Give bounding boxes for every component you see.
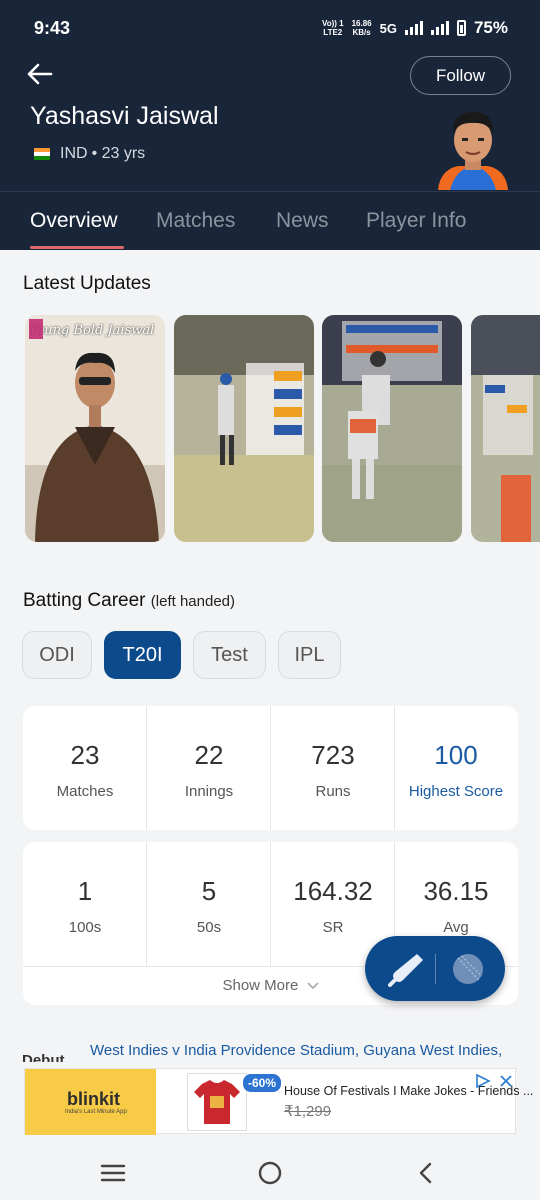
system-nav-bar	[0, 1140, 540, 1200]
back-button[interactable]	[24, 58, 56, 90]
ad-brand-logo: blinkit India's Last Minute App	[25, 1069, 156, 1135]
ad-choices-icon[interactable]	[474, 1073, 492, 1089]
update-image	[471, 315, 540, 542]
network-type: 5G	[379, 20, 397, 36]
tab-overview[interactable]: Overview	[30, 209, 118, 233]
primary-stats-card: 23 Matches 22 Innings 723 Runs 100 Highe…	[23, 706, 518, 830]
signal-icon-2	[430, 21, 449, 35]
active-tab-indicator	[30, 246, 124, 249]
ad-discount-badge: -60%	[243, 1074, 282, 1092]
player-header: 9:43 Vo)) 1 LTE2 16.86 KB/s 5G 75% Follo…	[0, 0, 540, 250]
tab-news[interactable]: News	[276, 209, 329, 233]
stat-average: 36.15 Avg	[423, 876, 489, 936]
tab-matches[interactable]: Matches	[156, 209, 235, 233]
bat-button[interactable]	[387, 950, 427, 988]
battery-percent: 75%	[473, 18, 508, 37]
update-image	[174, 315, 314, 542]
stat-runs: 723 Runs	[311, 740, 355, 800]
ad-original-price: ₹1,299	[284, 1103, 332, 1120]
ball-button[interactable]	[449, 950, 487, 988]
player-avatar	[438, 112, 508, 190]
format-test-pill[interactable]: Test	[193, 631, 266, 679]
update-image	[322, 315, 462, 542]
cricket-ball-icon	[453, 954, 483, 984]
player-country: IND	[60, 145, 88, 162]
update-card-overlay-accent	[29, 319, 43, 339]
status-bar: 9:43 Vo)) 1 LTE2 16.86 KB/s 5G 75%	[0, 0, 540, 56]
volte-indicator: Vo)) 1 LTE2	[321, 19, 344, 37]
stat-strike-rate: 164.32 SR	[293, 876, 373, 936]
chevron-down-icon	[306, 982, 319, 990]
cricket-bat-icon	[388, 954, 423, 987]
batting-hand: (left handed)	[150, 593, 236, 610]
network-speed: 16.86 KB/s	[351, 19, 372, 37]
ad-close-icon[interactable]	[499, 1074, 513, 1088]
format-ipl-pill[interactable]: IPL	[278, 631, 341, 679]
debut-match-link[interactable]: West Indies v India Providence Stadium, …	[90, 1042, 502, 1059]
stat-hundreds: 1 100s	[68, 876, 102, 936]
india-flag-icon	[34, 148, 50, 160]
stat-fifties: 5 50s	[196, 876, 222, 936]
stat-highest-score[interactable]: 100 Highest Score	[394, 740, 518, 800]
status-icons: Vo)) 1 LTE2 16.86 KB/s 5G 75%	[322, 18, 508, 38]
format-t20i-pill[interactable]: T20I	[104, 631, 181, 679]
format-odi-pill[interactable]: ODI	[22, 631, 92, 679]
update-card[interactable]: Young Bold Jaiswal	[25, 315, 165, 542]
tab-bar: Overview Matches News Player Info	[0, 191, 540, 250]
update-card[interactable]	[174, 315, 314, 542]
signal-icon	[404, 21, 423, 35]
latest-updates-title: Latest Updates	[23, 273, 151, 294]
ad-product-image	[187, 1073, 247, 1131]
menu-lines-icon	[100, 1164, 126, 1182]
recent-apps-button[interactable]	[98, 1158, 128, 1188]
player-age: • 23 yrs	[91, 145, 146, 162]
tab-player-info[interactable]: Player Info	[366, 209, 466, 233]
stat-innings: 22 Innings	[184, 740, 234, 800]
arrow-left-icon	[27, 63, 53, 85]
home-circle-icon	[258, 1161, 282, 1185]
debut-label: Debut	[22, 1052, 65, 1062]
latest-updates-carousel[interactable]: Young Bold Jaiswal	[25, 315, 540, 543]
back-nav-button[interactable]	[410, 1158, 440, 1188]
floating-action-pill	[365, 936, 505, 1001]
player-name: Yashasvi Jaiswal	[30, 102, 219, 130]
ad-banner[interactable]: blinkit India's Last Minute App -60% Hou…	[24, 1068, 533, 1135]
ad-brand-tagline: India's Last Minute App	[65, 1109, 127, 1115]
home-button[interactable]	[255, 1158, 285, 1188]
fab-divider	[435, 954, 436, 984]
update-image	[25, 315, 165, 542]
chevron-left-icon	[419, 1162, 432, 1184]
update-card-overlay-text: Young Bold Jaiswal	[29, 323, 155, 338]
follow-button[interactable]: Follow	[410, 56, 511, 95]
update-card[interactable]	[322, 315, 462, 542]
tshirt-icon	[194, 1080, 240, 1124]
status-time: 9:43	[34, 18, 71, 38]
player-meta: IND • 23 yrs	[34, 145, 145, 163]
ad-brand-name: blinkit	[67, 1089, 120, 1109]
battery-icon	[456, 20, 466, 36]
batting-career-title: Batting Career (left handed)	[23, 590, 236, 611]
update-card[interactable]	[471, 315, 540, 542]
ad-title: House Of Festivals I Make Jokes - Friend…	[284, 1084, 534, 1098]
stat-matches: 23 Matches	[56, 740, 114, 800]
